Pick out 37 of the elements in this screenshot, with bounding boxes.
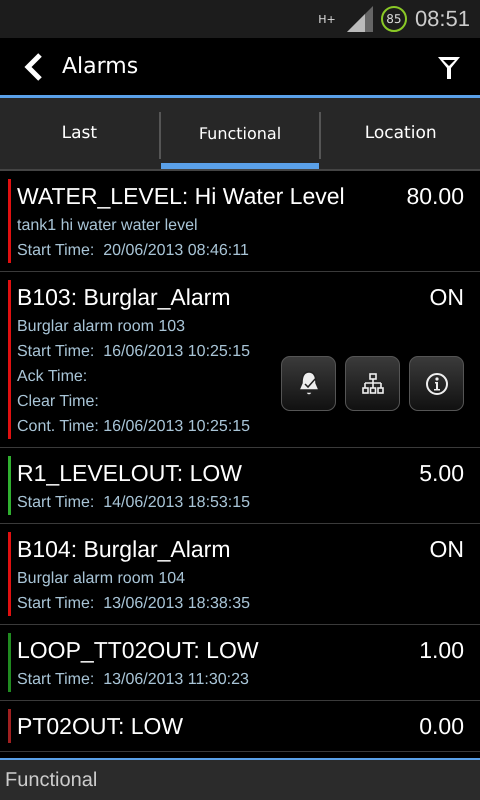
hierarchy-button[interactable] — [345, 356, 400, 411]
signal-icon — [344, 6, 373, 32]
alarm-detail: Start Time: 20/06/2013 08:46:11 — [17, 241, 249, 261]
acknowledge-button[interactable] — [281, 356, 336, 411]
alarm-value: 80.00 — [406, 183, 464, 210]
tab[interactable]: Last — [0, 98, 159, 169]
alarm-value: 5.00 — [419, 460, 464, 487]
alarm-title: B103: Burglar_Alarm — [17, 283, 230, 312]
alarm-title: R1_LEVELOUT: LOW — [17, 459, 242, 488]
alarm-title: B104: Burglar_Alarm — [17, 535, 230, 564]
alarm-value: 0.00 — [419, 713, 464, 740]
alarm-value: ON — [430, 536, 464, 563]
network-indicator: H+ — [317, 14, 337, 24]
alarm-detail: Burglar alarm room 103 — [17, 317, 186, 337]
alarm-detail: Cont. Time: 16/06/2013 10:25:15 — [17, 417, 250, 437]
alarm-detail: Start Time: 13/06/2013 18:38:35 — [17, 594, 250, 614]
clock: 08:51 — [414, 6, 470, 32]
hierarchy-icon — [362, 372, 384, 394]
alarm-value: 1.00 — [419, 637, 464, 664]
alarm-detail: Start Time: 16/06/2013 10:25:15 — [17, 342, 250, 362]
alarm-value: ON — [430, 284, 464, 311]
battery-indicator: 85 — [380, 6, 407, 32]
info-icon — [424, 372, 448, 396]
alarm-title: WATER_LEVEL: Hi Water Level — [17, 182, 345, 211]
alarm-title: LOOP_TT02OUT: LOW — [17, 636, 259, 665]
alarm-detail: Burglar alarm room 104 — [17, 569, 186, 589]
tab[interactable]: Functional — [160, 98, 320, 169]
alarm-detail: Start Time: 14/06/2013 18:53:15 — [17, 493, 250, 513]
alarm-detail: Ack Time: — [17, 367, 88, 387]
screen-title: Alarms — [62, 54, 140, 79]
alarm-detail: Clear Time: — [17, 392, 100, 412]
footer-label: Functional — [0, 758, 480, 800]
alarm-title: PT02OUT: LOW — [17, 712, 184, 741]
alarm-detail: Start Time: 13/06/2013 11:30:23 — [17, 670, 249, 690]
info-button[interactable] — [409, 356, 464, 411]
alarm-detail: tank1 hi water water level — [17, 216, 199, 236]
tab[interactable]: Location — [321, 98, 480, 169]
